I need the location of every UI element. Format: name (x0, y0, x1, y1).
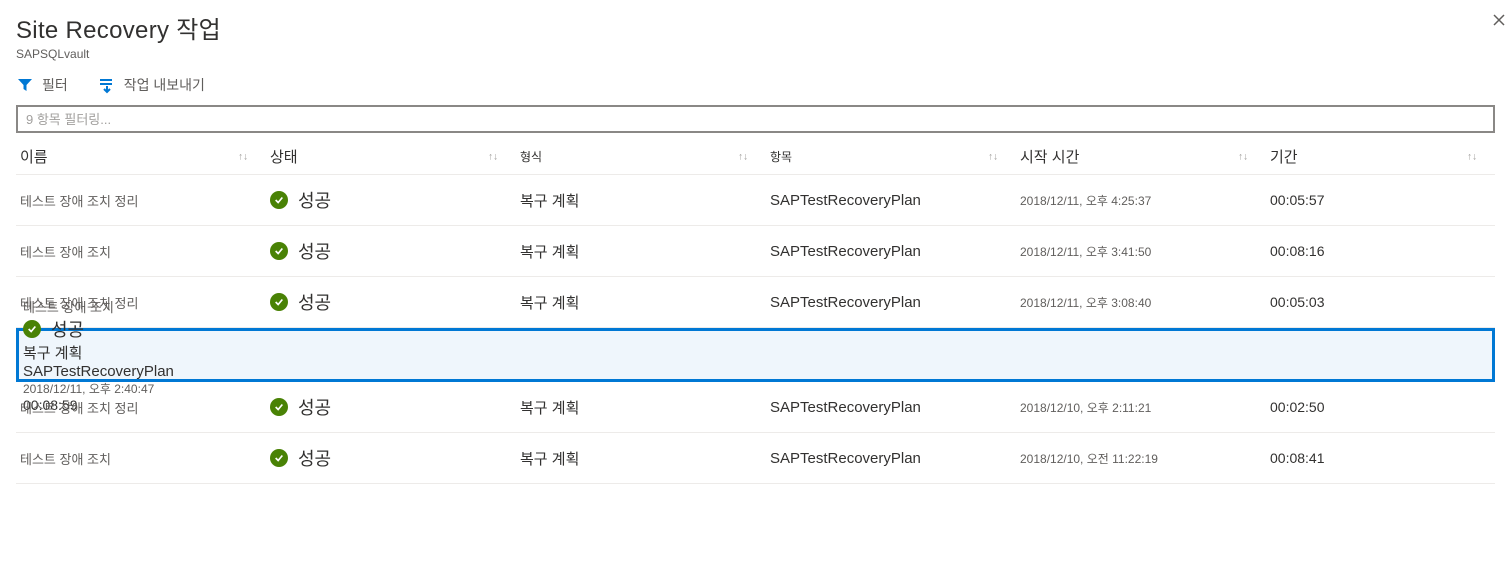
success-icon (270, 449, 288, 467)
job-type: 복구 계획 (520, 244, 579, 261)
filter-label: 필터 (42, 75, 68, 95)
job-type: 복구 계획 (520, 193, 579, 210)
job-type: 복구 계획 (520, 295, 579, 312)
status-label: 성공 (298, 394, 331, 420)
success-icon (23, 320, 41, 338)
duration: 00:05:03 (1270, 294, 1325, 310)
job-name: 테스트 장애 조치 (23, 300, 114, 315)
vault-name: SAPSQLvault (16, 47, 1495, 61)
table-row[interactable]: 테스트 장애 조치 정리 성공 복구 계획 SAPTestRecoveryPlan 20… (16, 175, 1495, 226)
table-row[interactable]: 테스트 장애 조치 성공 복구 계획 SAPTestRecoveryPlan 2018/… (16, 433, 1495, 484)
sort-icon: ↑↓ (988, 151, 998, 162)
job-item: SAPTestRecoveryPlan (770, 450, 921, 467)
filter-input[interactable] (16, 105, 1495, 133)
duration: 00:08:41 (1270, 450, 1325, 466)
status-label: 성공 (298, 289, 331, 315)
filter-button[interactable]: 필터 (16, 75, 68, 95)
status-label: 성공 (298, 187, 331, 213)
job-name: 테스트 장애 조치 정리 (20, 194, 138, 209)
job-type: 복구 계획 (520, 451, 579, 468)
job-type: 복구 계획 (23, 345, 82, 362)
jobs-table: 이름 ↑↓ 상태 ↑↓ 형식 ↑↓ 항목 ↑↓ 시작 시간 ↑↓ 기간 ↑↓ 테… (0, 139, 1511, 484)
job-item: SAPTestRecoveryPlan (770, 399, 921, 416)
table-row[interactable]: 테스트 장애 조치성공복구 계획SAPTestRecoveryPlan2018/… (16, 328, 1495, 382)
status-label: 성공 (298, 238, 331, 264)
start-time: 2018/12/11, 오후 4:25:37 (1020, 194, 1151, 208)
job-item: SAPTestRecoveryPlan (770, 294, 921, 311)
sort-icon: ↑↓ (1238, 151, 1248, 162)
page-title: Site Recovery 작업 (16, 10, 1495, 45)
start-time: 2018/12/11, 오후 3:08:40 (1020, 296, 1151, 310)
job-name: 테스트 장애 조치 (20, 245, 111, 260)
column-header-start-time[interactable]: 시작 시간 ↑↓ (1016, 146, 1266, 167)
close-button[interactable] (1487, 8, 1511, 32)
start-time: 2018/12/10, 오후 2:11:21 (1020, 401, 1151, 415)
duration: 00:08:16 (1270, 243, 1325, 259)
column-header-type[interactable]: 형식 ↑↓ (516, 148, 766, 165)
success-icon (270, 191, 288, 209)
job-item: SAPTestRecoveryPlan (770, 192, 921, 209)
sort-icon: ↑↓ (238, 151, 248, 162)
success-icon (270, 242, 288, 260)
duration: 00:05:57 (1270, 192, 1325, 208)
filter-input-container (0, 105, 1511, 139)
column-header-item[interactable]: 항목 ↑↓ (766, 148, 1016, 165)
job-name: 테스트 장애 조치 (20, 452, 111, 467)
sort-icon: ↑↓ (488, 151, 498, 162)
export-label: 작업 내보내기 (124, 75, 205, 95)
start-time: 2018/12/11, 오후 3:41:50 (1020, 245, 1151, 259)
sort-icon: ↑↓ (1467, 151, 1477, 162)
success-icon (270, 293, 288, 311)
page-header: Site Recovery 작업 SAPSQLvault (0, 0, 1511, 61)
sort-icon: ↑↓ (738, 151, 748, 162)
start-time: 2018/12/10, 오전 11:22:19 (1020, 452, 1158, 466)
column-header-duration[interactable]: 기간 ↑↓ (1266, 146, 1495, 167)
job-name: 테스트 장애 조치 정리 (20, 401, 138, 416)
status-label: 성공 (298, 445, 331, 471)
export-jobs-button[interactable]: 작업 내보내기 (98, 75, 205, 95)
column-header-status[interactable]: 상태 ↑↓ (266, 146, 516, 167)
column-header-name[interactable]: 이름 ↑↓ (16, 146, 266, 167)
funnel-icon (16, 76, 34, 94)
export-icon (98, 76, 116, 94)
success-icon (270, 398, 288, 416)
close-icon (1493, 14, 1505, 26)
duration: 00:02:50 (1270, 399, 1325, 415)
status-label: 성공 (51, 316, 84, 342)
table-row[interactable]: 테스트 장애 조치 성공 복구 계획 SAPTestRecoveryPlan 2018/… (16, 226, 1495, 277)
job-type: 복구 계획 (520, 400, 579, 417)
job-item: SAPTestRecoveryPlan (23, 363, 174, 380)
toolbar: 필터 작업 내보내기 (0, 61, 1511, 105)
table-header-row: 이름 ↑↓ 상태 ↑↓ 형식 ↑↓ 항목 ↑↓ 시작 시간 ↑↓ 기간 ↑↓ (16, 139, 1495, 175)
job-item: SAPTestRecoveryPlan (770, 243, 921, 260)
table-row[interactable]: 테스트 장애 조치 정리 성공 복구 계획 SAPTestRecoveryPlan 20… (16, 382, 1495, 433)
